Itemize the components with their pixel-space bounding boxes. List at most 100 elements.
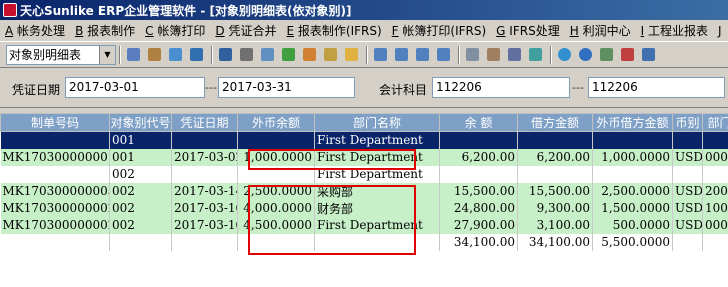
menu-item-label: 报表制作(IFRS) [297, 24, 382, 38]
app-logo-icon [3, 3, 17, 17]
query-icon[interactable] [124, 45, 143, 64]
table-cell: MK170300000001 [0, 148, 110, 166]
next-record-icon[interactable] [413, 45, 432, 64]
table-cell [237, 131, 315, 149]
column-header[interactable]: 部门 [702, 113, 728, 132]
table-cell: 3,100.00 [517, 216, 593, 234]
table-row[interactable]: 002 First Department [0, 165, 728, 183]
date-separator: --- [205, 81, 217, 94]
column-header[interactable]: 对象别代号 [109, 113, 172, 132]
account-from-field[interactable]: 112206 [432, 77, 570, 98]
chart-icon[interactable] [300, 45, 319, 64]
date-from-field[interactable]: 2017-03-01 [65, 77, 205, 98]
detail-grid[interactable]: 制单号码对象别代号凭证日期外币余额部门名称余 额借方金额外币借方金额币别部门 0… [0, 113, 728, 287]
print-icon[interactable] [237, 45, 256, 64]
menu-item-key: B [75, 24, 84, 38]
table-cell [0, 233, 110, 251]
table-cell: 34,100.00 [517, 233, 593, 251]
menu-item-g[interactable]: G IFRS处理 [491, 22, 565, 39]
table-row[interactable]: MK170300000002 002 2017-03-16 4,000.0000 财务部… [0, 199, 728, 217]
filter-panel: 凭证日期 2017-03-01 --- 2017-03-31 会计科目 1122… [0, 68, 728, 108]
column-header[interactable]: 制单号码 [0, 113, 110, 132]
table-cell: MK170300000002 [0, 199, 110, 217]
table-cell: 001 [109, 148, 172, 166]
table-cell [672, 165, 703, 183]
column-header[interactable]: 凭证日期 [171, 113, 238, 132]
copy-icon[interactable] [463, 45, 482, 64]
table-cell: 34,100.00 [439, 233, 518, 251]
export-icon[interactable] [279, 45, 298, 64]
table-cell [702, 165, 728, 183]
table-cell [702, 131, 728, 149]
folder-icon[interactable] [342, 45, 361, 64]
table-cell: 002 [109, 165, 172, 183]
menu-item-c[interactable]: C 帐簿打印 [140, 22, 210, 39]
table-cell [672, 131, 703, 149]
menu-item-a[interactable]: A 帐务处理 [0, 22, 70, 39]
totals-row[interactable]: 34,100.00 34,100.00 5,500.0000 [0, 233, 728, 251]
date-to-field[interactable]: 2017-03-31 [218, 77, 355, 98]
menu-item-key: F [391, 24, 399, 38]
menu-item-label: 凭证合并 [228, 24, 277, 38]
app-window: 天心Sunlike ERP企业管理软件 - [对象别明细表(依对象别)] A 帐… [0, 0, 728, 287]
menu-item-key: J [717, 23, 722, 38]
settings-icon[interactable] [597, 45, 616, 64]
account-separator: --- [572, 81, 584, 94]
table-cell: 4,500.0000 [237, 216, 315, 234]
table-cell: 5,500.0000 [592, 233, 673, 251]
column-header[interactable]: 借方金额 [517, 113, 593, 132]
help-icon[interactable] [576, 45, 595, 64]
menu-item-i[interactable]: I 工程业报表 [636, 22, 713, 39]
table-cell: 2,500.0000 [237, 182, 315, 200]
previous-record-icon[interactable] [392, 45, 411, 64]
table-cell: First Department [314, 148, 440, 166]
column-icon[interactable] [166, 45, 185, 64]
table-row[interactable]: 001 First Department [0, 131, 728, 149]
email-icon[interactable] [321, 45, 340, 64]
report-type-select[interactable]: 对象别明细表 ▼ [6, 44, 116, 65]
column-header[interactable]: 余 额 [439, 113, 518, 132]
column-header[interactable]: 币别 [672, 113, 703, 132]
table-cell: MK170300000002 [0, 216, 110, 234]
table-cell: First Department [314, 165, 440, 183]
chevron-down-icon[interactable]: ▼ [99, 45, 115, 64]
exit-icon[interactable] [618, 45, 637, 64]
confirm-icon[interactable] [555, 45, 574, 64]
find-icon[interactable] [505, 45, 524, 64]
table-cell: 002 [109, 182, 172, 200]
first-record-icon[interactable] [371, 45, 390, 64]
table-cell: 001 [109, 131, 172, 149]
table-cell: 1,500.0000 [592, 199, 673, 217]
table-row[interactable]: MK170300000001 001 2017-03-02 1,000.0000 Fir… [0, 148, 728, 166]
table-cell: USD [672, 199, 703, 217]
grid-header-row: 制单号码对象别代号凭证日期外币余额部门名称余 额借方金额外币借方金额币别部门 [0, 113, 728, 132]
menu-item-e[interactable]: E 报表制作(IFRS) [281, 22, 386, 39]
column-header[interactable]: 外币借方金额 [592, 113, 673, 132]
toolbar-separator [119, 45, 121, 64]
menu-item-j[interactable]: J [713, 24, 727, 38]
table-row[interactable]: MK170300000002 002 2017-03-16 4,500.0000 Fir… [0, 216, 728, 234]
save-icon[interactable] [216, 45, 235, 64]
last-record-icon[interactable] [434, 45, 453, 64]
window-icon[interactable] [639, 45, 658, 64]
menu-item-b[interactable]: B 报表制作 [70, 22, 140, 39]
table-cell: 500.0000 [592, 216, 673, 234]
menu-item-label: 帐簿打印 [157, 24, 206, 38]
preview-icon[interactable] [258, 45, 277, 64]
table-row[interactable]: MK170300000003 002 2017-03-14 2,500.0000 采购部… [0, 182, 728, 200]
grid-icon[interactable] [187, 45, 206, 64]
column-header[interactable]: 部门名称 [314, 113, 440, 132]
menu-item-key: D [215, 24, 225, 38]
account-to-field[interactable]: 112206 [588, 77, 725, 98]
table-cell: 1,000.0000 [237, 148, 315, 166]
menu-item-f[interactable]: F 帐簿打印(IFRS) [387, 22, 492, 39]
refresh-icon[interactable] [526, 45, 545, 64]
menu-item-d[interactable]: D 凭证合并 [210, 22, 281, 39]
filter-icon[interactable] [145, 45, 164, 64]
table-cell: 100 [702, 199, 728, 217]
paste-icon[interactable] [484, 45, 503, 64]
table-cell [592, 165, 673, 183]
menu-item-h[interactable]: H 利润中心 [565, 22, 636, 39]
column-header[interactable]: 外币余额 [237, 113, 315, 132]
table-cell: 200 [702, 182, 728, 200]
